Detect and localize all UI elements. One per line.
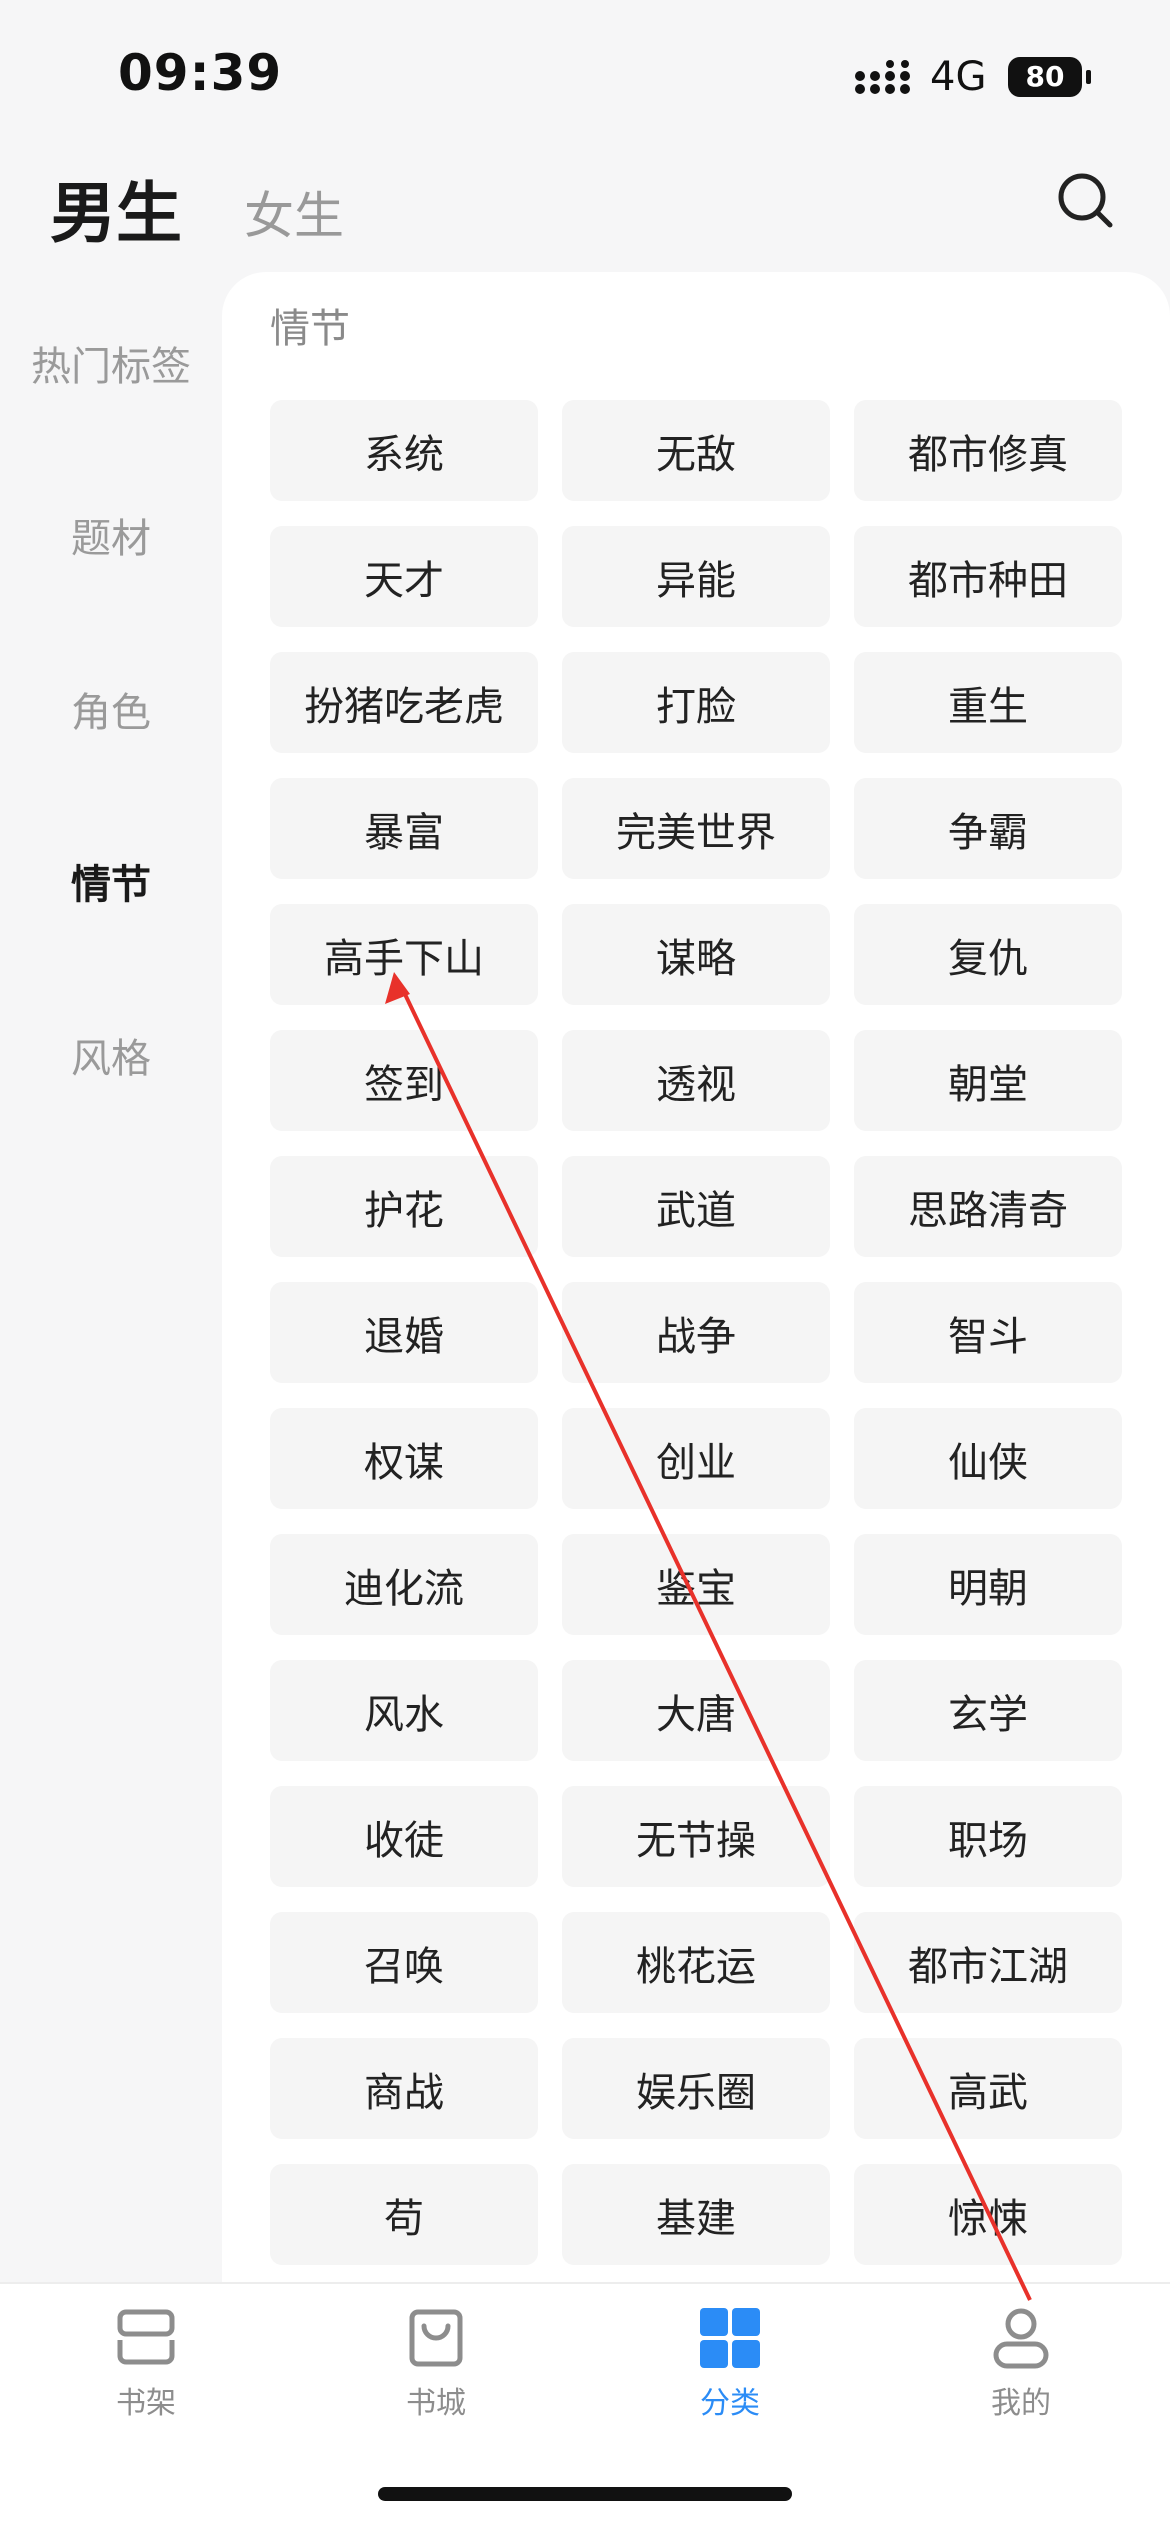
bookshelf-icon [117, 2309, 175, 2365]
tag-button[interactable]: 无敌 [562, 400, 830, 501]
tag-button[interactable]: 异能 [562, 526, 830, 627]
nav-category[interactable]: 分类 [630, 2306, 830, 2422]
tag-button[interactable]: 风水 [270, 1660, 538, 1761]
tag-button[interactable]: 惊悚 [854, 2164, 1122, 2265]
tag-button[interactable]: 桃花运 [562, 1912, 830, 2013]
tag-panel: 情节 系统 无敌 都市修真天才 异能 都市种田扮猪吃老虎 打脸 重生暴富 完美世界 争霸高手下山… [222, 272, 1170, 2282]
nav-bookstore[interactable]: 书城 [336, 2306, 536, 2422]
tag-button[interactable]: 都市种田 [854, 526, 1122, 627]
category-sidebar: 热门标签 题材 角色 情节 风格 [0, 270, 222, 2280]
tag-button[interactable]: 娱乐圈 [562, 2038, 830, 2139]
status-time: 09:39 [118, 44, 283, 102]
tag-button[interactable]: 系统 [270, 400, 538, 501]
signal-icon [855, 60, 910, 94]
network-type: 4G [930, 54, 987, 100]
tag-button[interactable]: 仙侠 [854, 1408, 1122, 1509]
tag-button[interactable]: 无节操 [562, 1786, 830, 1887]
tag-button[interactable]: 护花 [270, 1156, 538, 1257]
tag-button[interactable]: 召唤 [270, 1912, 538, 2013]
profile-icon [993, 2308, 1049, 2369]
tag-button[interactable]: 高武 [854, 2038, 1122, 2139]
tag-button[interactable]: 思路清奇 [854, 1156, 1122, 1257]
sidebar-item-role[interactable]: 角色 [0, 680, 222, 738]
nav-label-category: 分类 [700, 2386, 760, 2421]
tag-button[interactable]: 完美世界 [562, 778, 830, 879]
sidebar-item-style[interactable]: 风格 [0, 1026, 222, 1084]
tag-button[interactable]: 都市修真 [854, 400, 1122, 501]
bookstore-bag-icon [409, 2309, 463, 2367]
category-grid-icon [700, 2308, 760, 2368]
tag-button[interactable]: 创业 [562, 1408, 830, 1509]
tag-button[interactable]: 暴富 [270, 778, 538, 879]
tag-button[interactable]: 苟 [270, 2164, 538, 2265]
tag-button[interactable]: 重生 [854, 652, 1122, 753]
tag-button[interactable]: 商战 [270, 2038, 538, 2139]
sidebar-item-plot[interactable]: 情节 [0, 852, 222, 910]
home-indicator [378, 2487, 792, 2501]
tag-button[interactable]: 智斗 [854, 1282, 1122, 1383]
nav-label-bookshelf: 书架 [116, 2386, 176, 2421]
nav-bookshelf[interactable]: 书架 [46, 2306, 246, 2422]
status-bar: 09:39 4G 80 [0, 0, 1170, 150]
tab-male[interactable]: 男生 [50, 160, 182, 256]
tag-button[interactable]: 战争 [562, 1282, 830, 1383]
tag-button[interactable]: 打脸 [562, 652, 830, 753]
tag-button[interactable]: 退婚 [270, 1282, 538, 1383]
tag-button[interactable]: 基建 [562, 2164, 830, 2265]
sidebar-item-subject[interactable]: 题材 [0, 506, 222, 564]
tag-button[interactable]: 签到 [270, 1030, 538, 1131]
tab-female[interactable]: 女生 [244, 176, 344, 248]
battery-icon: 80 [1008, 57, 1082, 97]
tag-button[interactable]: 朝堂 [854, 1030, 1122, 1131]
tag-button[interactable]: 争霸 [854, 778, 1122, 879]
tag-button[interactable]: 都市江湖 [854, 1912, 1122, 2013]
tag-button[interactable]: 鉴宝 [562, 1534, 830, 1635]
tag-button[interactable]: 收徒 [270, 1786, 538, 1887]
section-title: 情节 [270, 306, 350, 352]
nav-label-bookstore: 书城 [406, 2386, 466, 2421]
tag-button[interactable]: 权谋 [270, 1408, 538, 1509]
search-icon[interactable] [1055, 170, 1115, 230]
tag-button[interactable]: 天才 [270, 526, 538, 627]
tag-button[interactable]: 职场 [854, 1786, 1122, 1887]
tag-button[interactable]: 透视 [562, 1030, 830, 1131]
nav-label-profile: 我的 [991, 2386, 1051, 2421]
tag-button[interactable]: 扮猪吃老虎 [270, 652, 538, 753]
sidebar-item-hot-tags[interactable]: 热门标签 [0, 334, 222, 392]
tag-button[interactable]: 大唐 [562, 1660, 830, 1761]
tag-button[interactable]: 明朝 [854, 1534, 1122, 1635]
nav-profile[interactable]: 我的 [921, 2306, 1121, 2422]
tag-button[interactable]: 复仇 [854, 904, 1122, 1005]
tag-button[interactable]: 谋略 [562, 904, 830, 1005]
tag-button[interactable]: 迪化流 [270, 1534, 538, 1635]
tag-button[interactable]: 高手下山 [270, 904, 538, 1005]
tag-button[interactable]: 武道 [562, 1156, 830, 1257]
battery-tip [1086, 70, 1091, 84]
tag-button[interactable]: 玄学 [854, 1660, 1122, 1761]
